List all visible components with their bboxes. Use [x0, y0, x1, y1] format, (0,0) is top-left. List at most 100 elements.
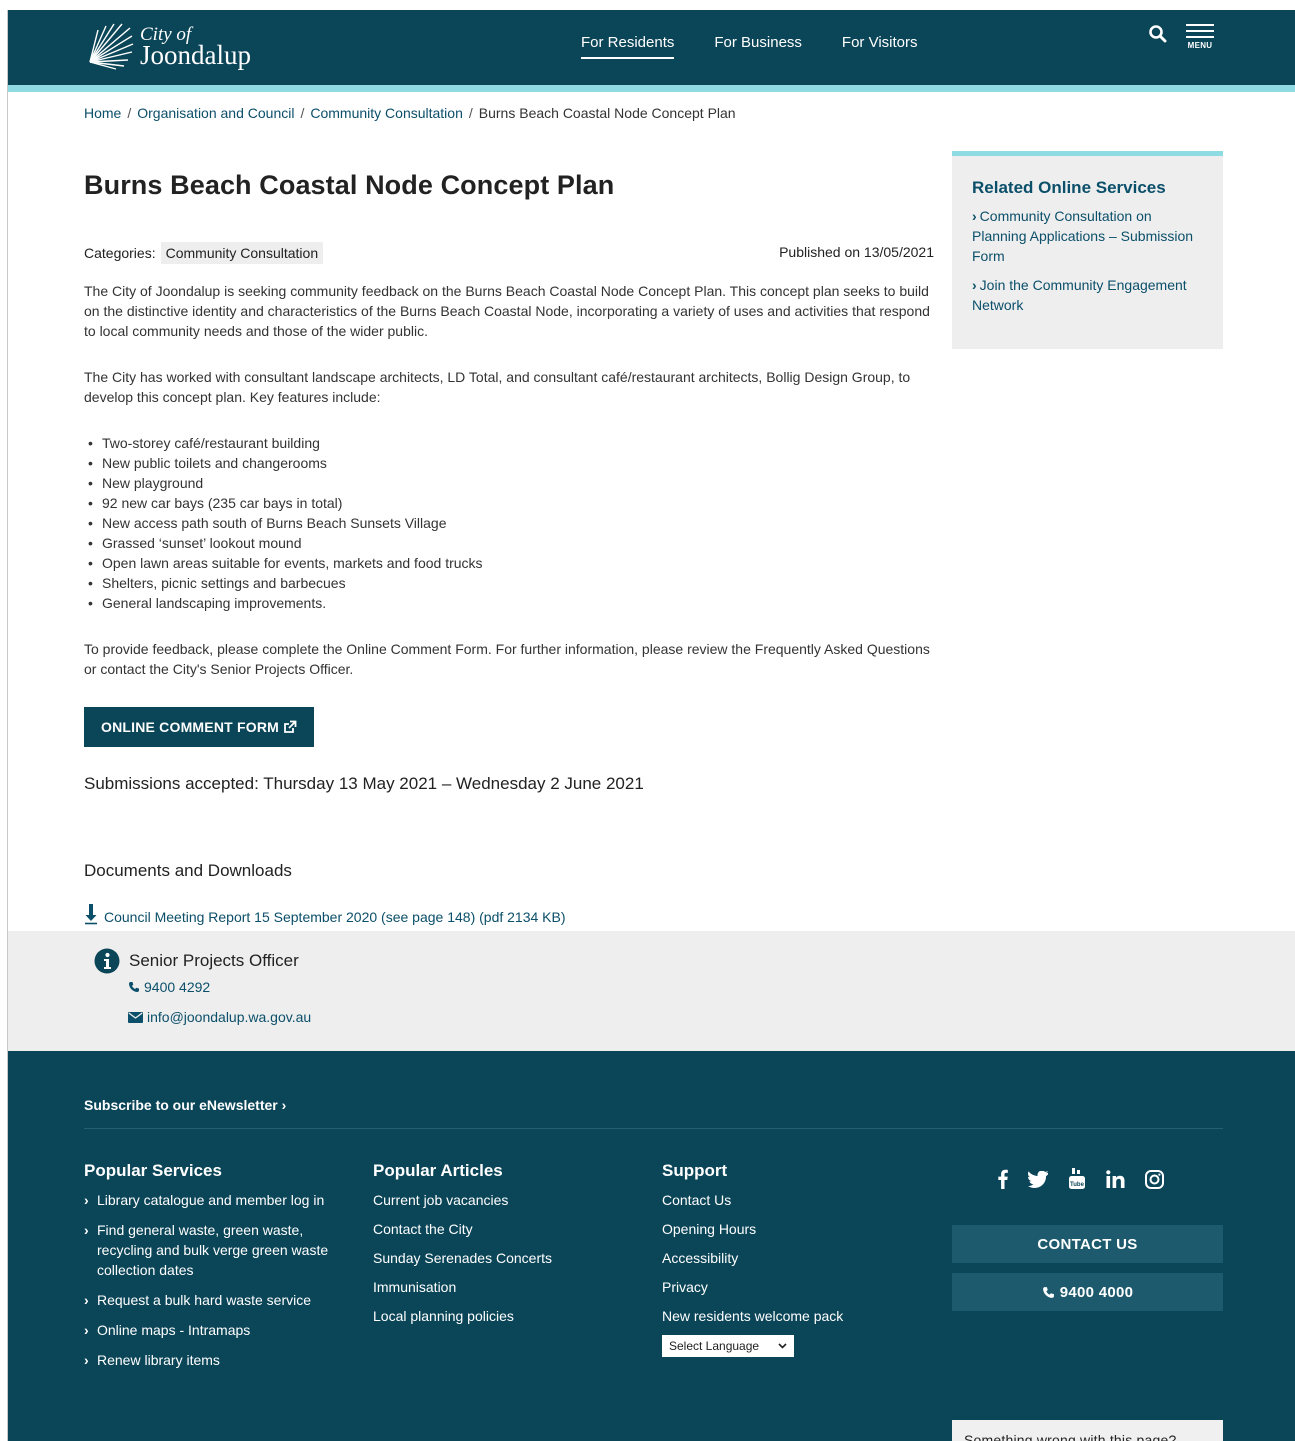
list-item: General landscaping improvements. [84, 593, 944, 613]
document-download-link[interactable]: Council Meeting Report 15 September 2020… [84, 903, 566, 925]
language-select-value: Select Language [669, 1339, 760, 1353]
call-phone-number: 9400 4000 [1059, 1283, 1134, 1301]
popular-services-title: Popular Services [84, 1161, 222, 1180]
footer-link-contact-city[interactable]: Contact the City [373, 1219, 643, 1239]
footer-link-library-catalogue[interactable]: › Library catalogue and member log in [84, 1190, 354, 1210]
twitter-icon[interactable] [1028, 1170, 1048, 1188]
subscribe-newsletter-link[interactable]: Subscribe to our eNewsletter › [84, 1097, 289, 1113]
related-services-title: Related Online Services [972, 178, 1166, 197]
categories-label: Categories: [84, 245, 156, 261]
footer-link-sunday-serenades[interactable]: Sunday Serenades Concerts [373, 1248, 643, 1268]
hamburger-icon [1185, 24, 1215, 38]
chevron-right-icon: › [972, 208, 977, 224]
breadcrumb-organisation[interactable]: Organisation and Council [137, 105, 294, 121]
support-column: Support Contact Us Opening Hours Accessi… [662, 1161, 932, 1357]
contact-phone-number: 9400 4292 [144, 979, 211, 995]
sidebar-link-engagement-network[interactable]: › Join the Community Engagement Network [972, 275, 1203, 315]
footer-link-bulk-hard-waste[interactable]: › Request a bulk hard waste service [84, 1290, 354, 1310]
contact-email[interactable]: info@joondalup.wa.gov.au [128, 1009, 311, 1025]
fan-logo-icon [89, 23, 134, 70]
intro-paragraph: The City of Joondalup is seeking communi… [84, 283, 930, 339]
footer-link-label: Online maps - Intramaps [97, 1322, 251, 1338]
search-icon[interactable] [1148, 24, 1168, 44]
chevron-right-icon: › [84, 1322, 89, 1338]
category-chip[interactable]: Community Consultation [160, 242, 324, 264]
related-services-panel: Related Online Services › Community Consu… [952, 151, 1223, 349]
contact-name: Senior Projects Officer [129, 951, 299, 970]
online-comment-form-button[interactable]: ONLINE COMMENT FORM [84, 707, 314, 747]
phone-icon [1042, 1286, 1054, 1298]
info-icon [94, 948, 120, 974]
list-item: Shelters, picnic settings and barbecues [84, 573, 944, 593]
chevron-down-icon [778, 1343, 787, 1349]
footer-link-accessibility[interactable]: Accessibility [662, 1248, 932, 1268]
footer-link-renew-library[interactable]: › Renew library items [84, 1350, 354, 1370]
chevron-right-icon: › [84, 1192, 89, 1208]
footer-link-privacy[interactable]: Privacy [662, 1277, 932, 1297]
breadcrumb: Home / Organisation and Council / Community … [84, 105, 736, 121]
footer-link-waste-collection[interactable]: › Find general waste, green waste, recycl… [84, 1220, 354, 1280]
list-item: New playground [84, 473, 944, 493]
footer-link-welcome-pack[interactable]: New residents welcome pack [662, 1306, 932, 1326]
feedback-paragraph: To provide feedback, please complete the… [84, 641, 930, 677]
footer-divider [84, 1128, 1223, 1129]
contact-phone[interactable]: 9400 4292 [128, 979, 210, 995]
logo-text-big: Joondalup [140, 40, 251, 70]
social-links: Tube [998, 1168, 1184, 1190]
document-link-text: Council Meeting Report 15 September 2020… [104, 909, 566, 925]
language-select[interactable]: Select Language [662, 1335, 794, 1357]
list-item: Two-storey café/restaurant building [84, 433, 944, 453]
published-date: Published on 13/05/2021 [779, 244, 934, 260]
list-item: New public toilets and changerooms [84, 453, 944, 473]
chevron-right-icon: › [972, 277, 977, 293]
external-link-icon [284, 720, 297, 733]
breadcrumb-home[interactable]: Home [84, 105, 121, 121]
envelope-icon [128, 1011, 143, 1023]
list-item: New access path south of Burns Beach Sun… [84, 513, 944, 533]
main-nav: For Residents For Business For Visitors [581, 34, 958, 59]
sidebar-link-label: Community Consultation on Planning Appli… [972, 208, 1194, 264]
footer-link-label: Renew library items [97, 1352, 220, 1368]
chevron-right-icon: › [84, 1352, 89, 1368]
breadcrumb-current: Burns Beach Coastal Node Concept Plan [478, 105, 736, 121]
svg-text:Tube: Tube [1070, 1182, 1085, 1188]
subscribe-label: Subscribe to our eNewsletter [84, 1097, 278, 1113]
site-logo[interactable]: City of Joondalup [84, 22, 251, 72]
footer-link-label: Request a bulk hard waste service [97, 1292, 311, 1308]
site-footer: Subscribe to our eNewsletter › Popular S… [8, 1051, 1295, 1441]
report-page-problem-button[interactable]: Something wrong with this page? [952, 1420, 1223, 1441]
documents-heading: Documents and Downloads [84, 861, 292, 880]
nav-for-business[interactable]: For Business [714, 34, 802, 59]
consultants-paragraph: The City has worked with consultant land… [84, 369, 911, 405]
list-item: 92 new car bays (235 car bays in total) [84, 493, 944, 513]
linkedin-icon[interactable] [1106, 1170, 1125, 1188]
footer-link-job-vacancies[interactable]: Current job vacancies [373, 1190, 643, 1210]
footer-link-immunisation[interactable]: Immunisation [373, 1277, 643, 1297]
list-item: Grassed ‘sunset’ lookout mound [84, 533, 944, 553]
phone-icon [129, 982, 139, 992]
nav-for-visitors[interactable]: For Visitors [842, 34, 918, 59]
footer-link-planning-policies[interactable]: Local planning policies [373, 1306, 643, 1326]
footer-link-label: Library catalogue and member log in [97, 1192, 325, 1208]
cta-label: ONLINE COMMENT FORM [100, 719, 279, 735]
footer-link-label: Find general waste, green waste, recycli… [97, 1222, 329, 1278]
site-header: City of Joondalup For Residents For Busi… [8, 10, 1295, 85]
popular-articles-column: Popular Articles Current job vacancies C… [373, 1161, 643, 1335]
facebook-icon[interactable] [998, 1169, 1008, 1189]
contact-us-button[interactable]: CONTACT US [952, 1225, 1223, 1263]
contact-email-address: info@joondalup.wa.gov.au [147, 1009, 312, 1025]
youtube-icon[interactable]: Tube [1068, 1168, 1086, 1190]
footer-link-online-maps[interactable]: › Online maps - Intramaps [84, 1320, 354, 1340]
footer-link-opening-hours[interactable]: Opening Hours [662, 1219, 932, 1239]
categories: Categories: Community Consultation [84, 242, 324, 264]
call-phone-button[interactable]: 9400 4000 [952, 1273, 1223, 1311]
nav-for-residents[interactable]: For Residents [581, 34, 675, 59]
footer-link-contact-us[interactable]: Contact Us [662, 1190, 932, 1210]
popular-services-column: Popular Services › Library catalogue and … [84, 1161, 354, 1380]
menu-label: MENU [1187, 41, 1213, 50]
sidebar-link-planning-submission[interactable]: › Community Consultation on Planning Appl… [972, 206, 1203, 266]
breadcrumb-community-consultation[interactable]: Community Consultation [310, 105, 463, 121]
meta-row: Categories: Community Consultation Publi… [84, 242, 934, 266]
menu-button[interactable]: MENU [1185, 20, 1215, 50]
instagram-icon[interactable] [1145, 1169, 1164, 1189]
